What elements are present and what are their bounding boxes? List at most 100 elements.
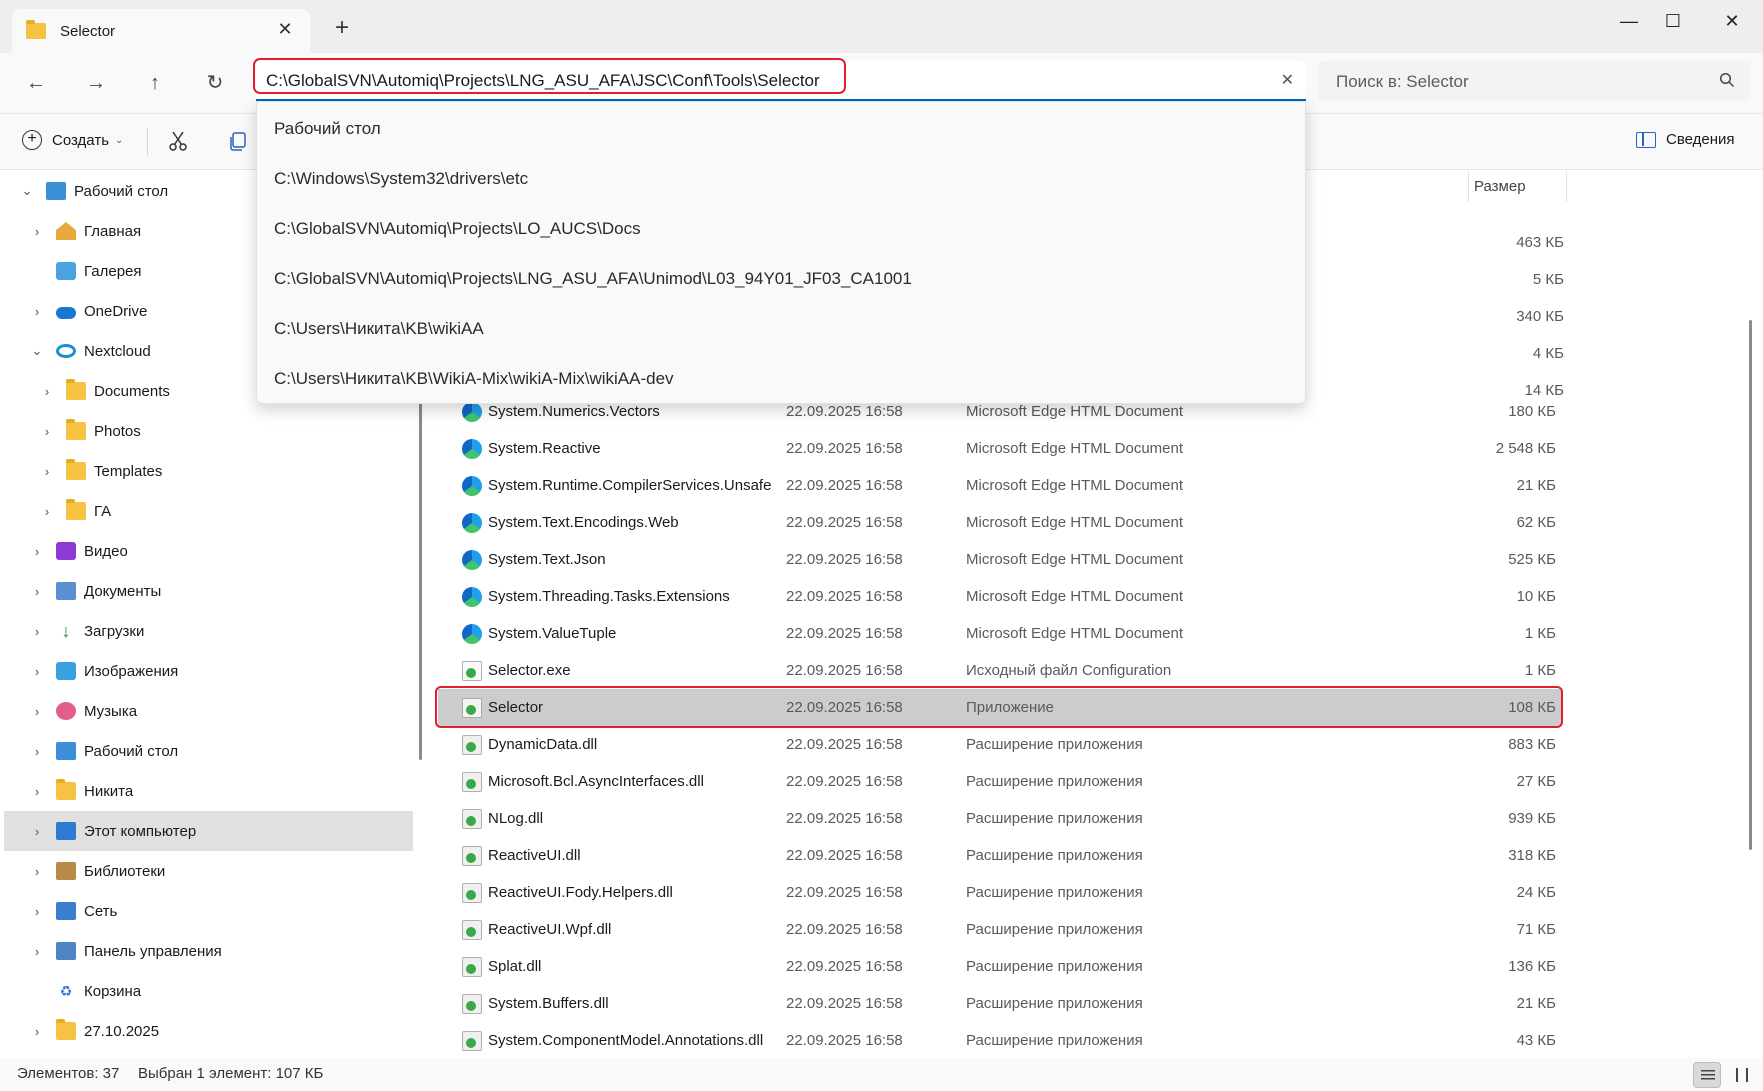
file-size: 180 КБ	[1508, 403, 1556, 420]
file-row[interactable]: ReactiveUI.Wpf.dll 22.09.2025 16:58 Расшир…	[438, 911, 1562, 948]
expand-chevron-icon[interactable]: ›	[30, 824, 44, 839]
back-button[interactable]: ←	[20, 67, 52, 99]
file-date: 22.09.2025 16:58	[786, 958, 903, 975]
sidebar-item-label: Templates	[94, 462, 163, 480]
tab-selector[interactable]: Selector ✕	[12, 9, 310, 53]
sidebar-item-label: Загрузки	[84, 622, 145, 640]
expand-chevron-icon[interactable]: ›	[30, 704, 44, 719]
file-date: 22.09.2025 16:58	[786, 995, 903, 1012]
file-row[interactable]: Splat.dll 22.09.2025 16:58 Расширение прил…	[438, 948, 1562, 985]
up-button[interactable]: ↑	[139, 67, 171, 99]
expand-chevron-icon[interactable]: ⌄	[30, 343, 44, 359]
file-date: 22.09.2025 16:58	[786, 1032, 903, 1049]
sidebar-item-label: Никита	[84, 782, 134, 800]
sidebar-item[interactable]: › Музыка	[4, 691, 413, 731]
expand-chevron-icon[interactable]: ›	[30, 1024, 44, 1039]
address-suggestion-item[interactable]: C:\GlobalSVN\Automiq\Projects\LO_AUCS\Do…	[274, 219, 641, 239]
column-divider[interactable]	[1468, 172, 1469, 202]
file-row[interactable]: System.Runtime.CompilerServices.Unsafe 22…	[438, 467, 1562, 504]
sidebar-item[interactable]: ♻ Корзина	[4, 971, 413, 1011]
file-type: Расширение приложения	[966, 773, 1143, 790]
sidebar-item[interactable]: › Этот компьютер	[4, 811, 413, 851]
expand-chevron-icon[interactable]: ›	[40, 384, 54, 399]
file-list-scrollbar[interactable]	[1749, 320, 1752, 850]
expand-chevron-icon[interactable]: ›	[30, 944, 44, 959]
tiles-view-icon	[1736, 1068, 1748, 1082]
sidebar-item[interactable]: › Photos	[4, 411, 413, 451]
forward-button[interactable]: →	[80, 67, 112, 99]
minimize-button[interactable]: —	[1604, 4, 1654, 38]
address-suggestion-item[interactable]: C:\Users\Никита\KB\wikiAA	[274, 319, 484, 339]
file-row[interactable]: System.ComponentModel.Annotations.dll 22.…	[438, 1022, 1562, 1059]
folder-icon	[56, 1019, 76, 1040]
refresh-button[interactable]: ↻	[199, 67, 231, 99]
sidebar-item[interactable]: › Библиотеки	[4, 851, 413, 891]
expand-chevron-icon[interactable]: ›	[30, 304, 44, 319]
file-size: 340 КБ	[1516, 308, 1564, 325]
address-suggestion-item[interactable]: C:\GlobalSVN\Automiq\Projects\LNG_ASU_AF…	[274, 269, 912, 289]
column-divider[interactable]	[1566, 172, 1567, 202]
file-size: 43 КБ	[1516, 1032, 1556, 1049]
search-box[interactable]: Поиск в: Selector	[1318, 61, 1751, 101]
file-type: Microsoft Edge HTML Document	[966, 588, 1184, 605]
file-row[interactable]: System.Text.Encodings.Web 22.09.2025 16:5…	[438, 504, 1562, 541]
sidebar-item[interactable]: › 27.10.2025	[4, 1011, 413, 1051]
sidebar-item[interactable]: › Рабочий стол	[4, 731, 413, 771]
address-suggestion-item[interactable]: C:\Windows\System32\drivers\etc	[274, 169, 528, 189]
expand-chevron-icon[interactable]: ›	[40, 424, 54, 439]
file-row[interactable]: NLog.dll 22.09.2025 16:58 Расширение прило…	[438, 800, 1562, 837]
sidebar-item[interactable]: › Видео	[4, 531, 413, 571]
sidebar-item[interactable]: › Панель управления	[4, 931, 413, 971]
expand-chevron-icon[interactable]: ›	[40, 464, 54, 479]
expand-chevron-icon[interactable]: ›	[30, 784, 44, 799]
gallery-icon	[56, 262, 76, 280]
tiles-view-button[interactable]	[1728, 1062, 1756, 1088]
details-button[interactable]: Сведения	[1636, 131, 1735, 148]
file-row[interactable]: Microsoft.Bcl.AsyncInterfaces.dll 22.09.2…	[438, 763, 1562, 800]
expand-chevron-icon[interactable]: ›	[30, 584, 44, 599]
details-view-button[interactable]	[1693, 1062, 1721, 1088]
sidebar-item[interactable]: › ГА	[4, 491, 413, 531]
sidebar-item[interactable]: › Никита	[4, 771, 413, 811]
file-size: 10 КБ	[1516, 588, 1556, 605]
search-input[interactable]: Поиск в: Selector	[1336, 72, 1469, 92]
expand-chevron-icon[interactable]: ›	[30, 224, 44, 239]
dll-file-icon	[462, 883, 482, 903]
file-row[interactable]: DynamicData.dll 22.09.2025 16:58 Расширени…	[438, 726, 1562, 763]
file-name: System.Text.Json	[488, 551, 606, 568]
sidebar-item[interactable]: › Изображения	[4, 651, 413, 691]
file-row[interactable]: ReactiveUI.Fody.Helpers.dll 22.09.2025 16…	[438, 874, 1562, 911]
file-type: Расширение приложения	[966, 736, 1143, 753]
file-name: DynamicData.dll	[488, 736, 598, 753]
create-button[interactable]: + Создать ⌄	[22, 130, 123, 150]
copy-icon[interactable]	[226, 129, 250, 153]
sidebar-item[interactable]: › ↓ Загрузки	[4, 611, 413, 651]
close-window-button[interactable]: ✕	[1707, 4, 1757, 38]
expand-chevron-icon[interactable]: ›	[30, 744, 44, 759]
expand-chevron-icon[interactable]: ›	[30, 864, 44, 879]
file-row[interactable]: System.Reactive 22.09.2025 16:58 Microsoft…	[438, 430, 1562, 467]
expand-chevron-icon[interactable]: ›	[30, 664, 44, 679]
address-suggestion-item[interactable]: Рабочий стол	[274, 119, 381, 139]
expand-chevron-icon[interactable]: ›	[30, 904, 44, 919]
sidebar-item[interactable]: › Документы	[4, 571, 413, 611]
column-header-size[interactable]: Размер	[1474, 178, 1526, 195]
expand-chevron-icon[interactable]: ›	[30, 544, 44, 559]
file-row[interactable]: Selector.exe 22.09.2025 16:58 Исходный фай…	[438, 652, 1562, 689]
cut-icon[interactable]	[166, 129, 190, 153]
address-suggestion-item[interactable]: C:\Users\Никита\KB\WikiA-Mix\wikiA-Mix\w…	[274, 369, 674, 389]
file-row[interactable]: System.ValueTuple 22.09.2025 16:58 Microso…	[438, 615, 1562, 652]
sidebar-item[interactable]: › Templates	[4, 451, 413, 491]
address-clear-button[interactable]: ✕	[1281, 70, 1294, 90]
file-row[interactable]: System.Buffers.dll 22.09.2025 16:58 Расшир…	[438, 985, 1562, 1022]
sidebar-item[interactable]: › Сеть	[4, 891, 413, 931]
file-row[interactable]: System.Threading.Tasks.Extensions 22.09.2…	[438, 578, 1562, 615]
tab-close-button[interactable]: ✕	[274, 19, 296, 40]
expand-chevron-icon[interactable]: ›	[40, 504, 54, 519]
file-row[interactable]: System.Text.Json 22.09.2025 16:58 Microsof…	[438, 541, 1562, 578]
file-row[interactable]: ReactiveUI.dll 22.09.2025 16:58 Расширение…	[438, 837, 1562, 874]
new-tab-button[interactable]: +	[330, 16, 354, 40]
maximize-button[interactable]: ☐	[1648, 4, 1698, 38]
expand-chevron-icon[interactable]: ›	[30, 624, 44, 639]
expand-chevron-icon[interactable]: ⌄	[20, 183, 34, 199]
